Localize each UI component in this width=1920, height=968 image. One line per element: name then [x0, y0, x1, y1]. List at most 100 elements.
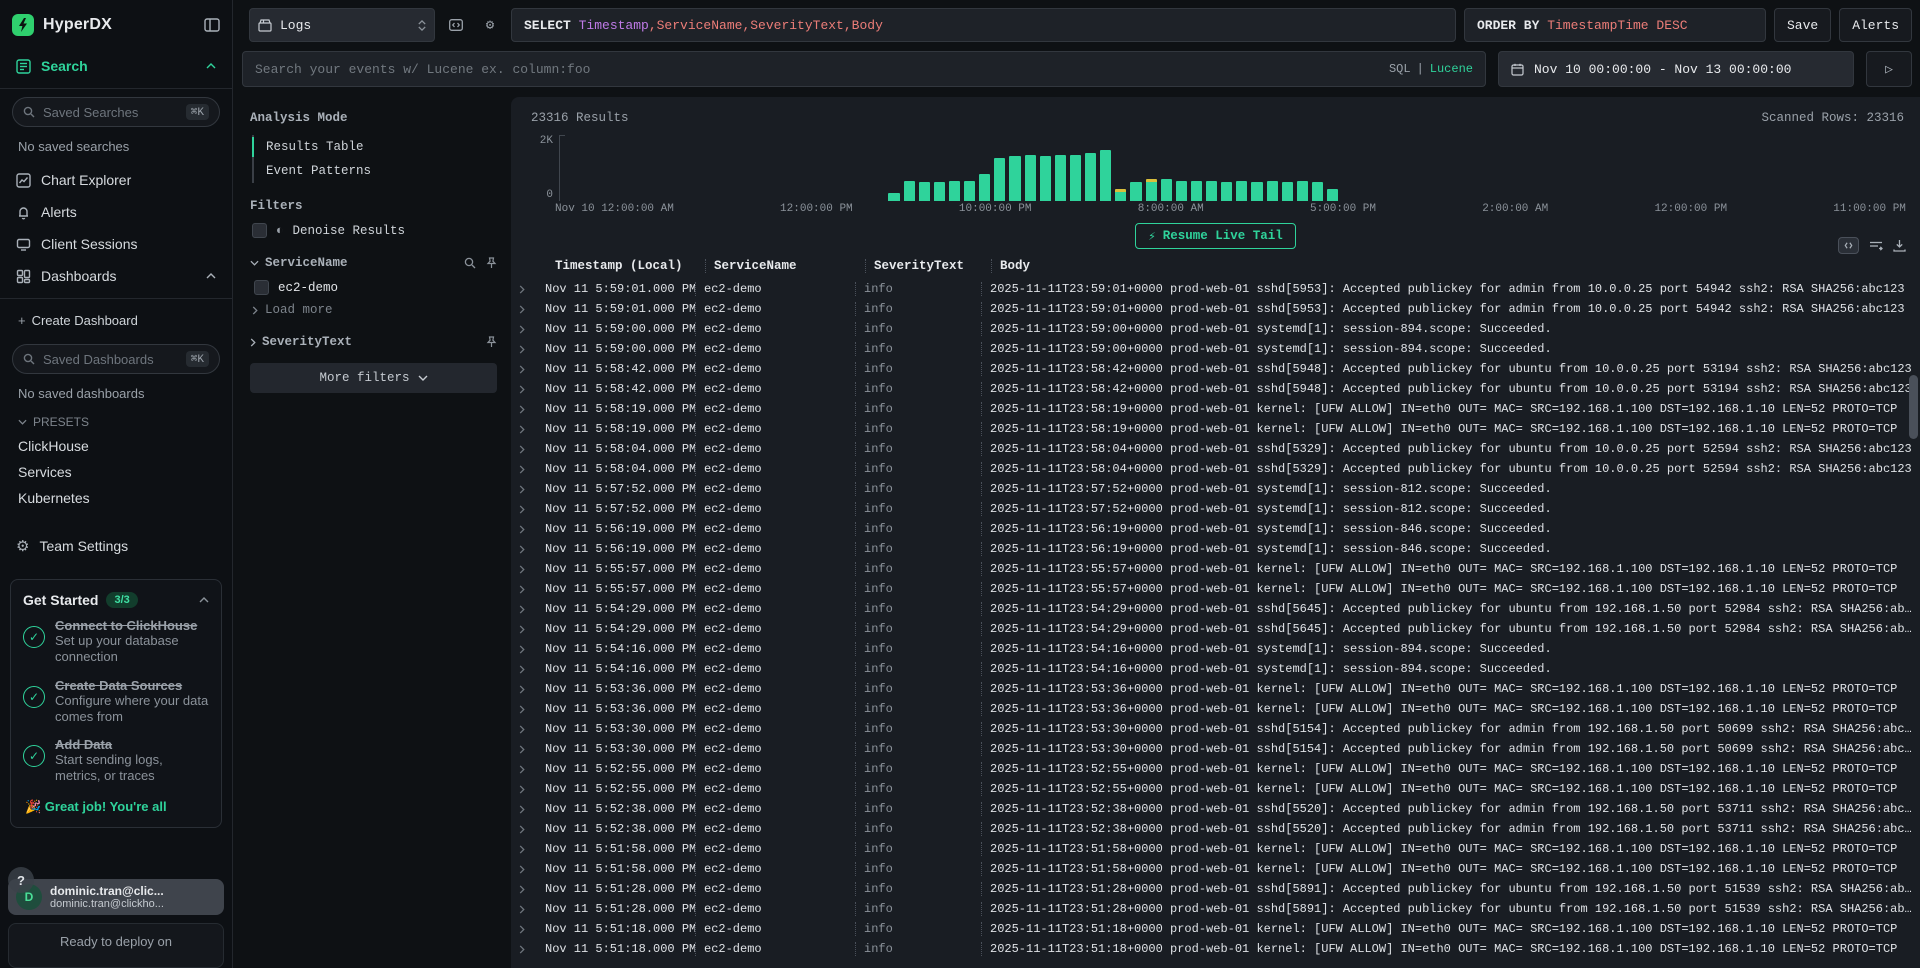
- get-started-item[interactable]: ✓ Add Data Start sending logs, metrics, …: [23, 737, 209, 785]
- table-row[interactable]: Nov 11 5:51:58.000 PM ec2-demo info 2025…: [511, 839, 1920, 859]
- histogram-bar[interactable]: [1297, 181, 1308, 201]
- facet-checkbox[interactable]: [254, 280, 269, 295]
- row-expand-chevron[interactable]: [511, 745, 537, 754]
- sidebar-item-alerts[interactable]: Alerts: [10, 196, 222, 228]
- sidebar-item-client-sessions[interactable]: Client Sessions: [10, 228, 222, 260]
- row-expand-chevron[interactable]: [511, 905, 537, 914]
- row-expand-chevron[interactable]: [511, 465, 537, 474]
- histogram-bar[interactable]: [1009, 156, 1020, 201]
- row-expand-chevron[interactable]: [511, 505, 537, 514]
- row-expand-chevron[interactable]: [511, 325, 537, 334]
- table-row[interactable]: Nov 11 5:56:19.000 PM ec2-demo info 2025…: [511, 519, 1920, 539]
- table-row[interactable]: Nov 11 5:51:28.000 PM ec2-demo info 2025…: [511, 899, 1920, 919]
- table-row[interactable]: Nov 11 5:51:28.000 PM ec2-demo info 2025…: [511, 879, 1920, 899]
- histogram-bar[interactable]: [1251, 182, 1262, 201]
- histogram-bar[interactable]: [1267, 181, 1278, 201]
- denoise-results-option[interactable]: ◐ Denoise Results: [252, 223, 497, 238]
- more-filters-button[interactable]: More filters: [250, 363, 497, 393]
- row-expand-chevron[interactable]: [511, 605, 537, 614]
- table-row[interactable]: Nov 11 5:59:01.000 PM ec2-demo info 2025…: [511, 279, 1920, 299]
- row-expand-chevron[interactable]: [511, 845, 537, 854]
- facet-option-ec2-demo[interactable]: ec2-demo: [254, 280, 497, 295]
- table-row[interactable]: Nov 11 5:59:00.000 PM ec2-demo info 2025…: [511, 339, 1920, 359]
- sidebar-item-search[interactable]: Search: [10, 50, 222, 82]
- run-query-button[interactable]: ▷: [1866, 51, 1912, 87]
- gear-icon[interactable]: ⚙: [477, 12, 503, 38]
- user-menu[interactable]: D dominic.tran@clic... dominic.tran@clic…: [8, 879, 224, 915]
- histogram-bar[interactable]: [919, 182, 930, 201]
- expand-code-icon[interactable]: [1838, 237, 1859, 254]
- facet-search-icon[interactable]: [464, 257, 476, 269]
- row-expand-chevron[interactable]: [511, 405, 537, 414]
- histogram-bar[interactable]: [1100, 150, 1111, 201]
- saved-dashboards-input[interactable]: Saved Dashboards ⌘K: [12, 344, 220, 374]
- chevron-up-icon[interactable]: [206, 63, 216, 69]
- load-more-button[interactable]: Load more: [252, 303, 497, 317]
- histogram-bar[interactable]: [904, 181, 915, 201]
- preset-kubernetes[interactable]: Kubernetes: [10, 485, 222, 511]
- table-row[interactable]: Nov 11 5:51:18.000 PM ec2-demo info 2025…: [511, 919, 1920, 939]
- table-row[interactable]: Nov 11 5:54:29.000 PM ec2-demo info 2025…: [511, 599, 1920, 619]
- col-timestamp[interactable]: Timestamp (Local): [547, 259, 705, 273]
- histogram-bar[interactable]: [1130, 182, 1141, 201]
- row-expand-chevron[interactable]: [511, 365, 537, 374]
- order-by-input[interactable]: ORDER BY TimestampTime DESC: [1464, 8, 1766, 42]
- histogram-bar[interactable]: [1176, 181, 1187, 201]
- table-row[interactable]: Nov 11 5:52:38.000 PM ec2-demo info 2025…: [511, 819, 1920, 839]
- row-expand-chevron[interactable]: [511, 525, 537, 534]
- histogram-bar[interactable]: [1206, 181, 1217, 201]
- row-expand-chevron[interactable]: [511, 385, 537, 394]
- sidebar-collapse-icon[interactable]: [204, 18, 220, 32]
- table-row[interactable]: Nov 11 5:51:58.000 PM ec2-demo info 2025…: [511, 859, 1920, 879]
- row-expand-chevron[interactable]: [511, 865, 537, 874]
- histogram-bar[interactable]: [1025, 155, 1036, 201]
- chevron-up-icon[interactable]: [206, 273, 216, 279]
- lucene-mode-toggle[interactable]: Lucene: [1430, 62, 1473, 76]
- table-row[interactable]: Nov 11 5:51:18.000 PM ec2-demo info 2025…: [511, 939, 1920, 959]
- table-row[interactable]: Nov 11 5:52:55.000 PM ec2-demo info 2025…: [511, 779, 1920, 799]
- row-expand-chevron[interactable]: [511, 685, 537, 694]
- row-expand-chevron[interactable]: [511, 305, 537, 314]
- preset-services[interactable]: Services: [10, 459, 222, 485]
- row-expand-chevron[interactable]: [511, 425, 537, 434]
- histogram-bar[interactable]: [964, 181, 975, 201]
- table-row[interactable]: Nov 11 5:55:57.000 PM ec2-demo info 2025…: [511, 559, 1920, 579]
- histogram-bar[interactable]: [1161, 179, 1172, 201]
- table-row[interactable]: Nov 11 5:52:55.000 PM ec2-demo info 2025…: [511, 759, 1920, 779]
- time-range-picker[interactable]: Nov 10 00:00:00 - Nov 13 00:00:00: [1498, 51, 1854, 87]
- histogram-bar[interactable]: [1070, 155, 1081, 201]
- row-expand-chevron[interactable]: [511, 805, 537, 814]
- row-expand-chevron[interactable]: [511, 565, 537, 574]
- histogram-bar[interactable]: [1327, 189, 1338, 201]
- row-expand-chevron[interactable]: [511, 705, 537, 714]
- col-servicename[interactable]: ServiceName: [705, 259, 865, 273]
- row-expand-chevron[interactable]: [511, 345, 537, 354]
- table-row[interactable]: Nov 11 5:53:36.000 PM ec2-demo info 2025…: [511, 679, 1920, 699]
- table-row[interactable]: Nov 11 5:54:16.000 PM ec2-demo info 2025…: [511, 659, 1920, 679]
- chevron-up-icon[interactable]: [199, 597, 209, 603]
- download-icon[interactable]: [1893, 239, 1906, 252]
- table-row[interactable]: Nov 11 5:58:42.000 PM ec2-demo info 2025…: [511, 359, 1920, 379]
- table-row[interactable]: Nov 11 5:58:19.000 PM ec2-demo info 2025…: [511, 399, 1920, 419]
- histogram-bar[interactable]: [1055, 155, 1066, 202]
- row-expand-chevron[interactable]: [511, 885, 537, 894]
- table-row[interactable]: Nov 11 5:58:04.000 PM ec2-demo info 2025…: [511, 439, 1920, 459]
- vertical-scrollbar[interactable]: [1909, 375, 1918, 964]
- event-search-input[interactable]: Search your events w/ Lucene ex. column:…: [242, 51, 1486, 87]
- table-row[interactable]: Nov 11 5:53:30.000 PM ec2-demo info 2025…: [511, 739, 1920, 759]
- histogram-bar[interactable]: [888, 193, 899, 201]
- get-started-item[interactable]: ✓ Create Data Sources Configure where yo…: [23, 678, 209, 726]
- row-expand-chevron[interactable]: [511, 725, 537, 734]
- table-row[interactable]: Nov 11 5:57:52.000 PM ec2-demo info 2025…: [511, 479, 1920, 499]
- saved-searches-input[interactable]: Saved Searches ⌘K: [12, 97, 220, 127]
- histogram-bar[interactable]: [1146, 179, 1157, 201]
- row-expand-chevron[interactable]: [511, 785, 537, 794]
- table-row[interactable]: Nov 11 5:58:04.000 PM ec2-demo info 2025…: [511, 459, 1920, 479]
- presets-section-header[interactable]: PRESETS: [10, 411, 222, 433]
- sidebar-item-dashboards[interactable]: Dashboards: [10, 260, 222, 292]
- table-row[interactable]: Nov 11 5:57:52.000 PM ec2-demo info 2025…: [511, 499, 1920, 519]
- column-settings-icon[interactable]: [1869, 240, 1883, 252]
- resume-live-tail-button[interactable]: ⚡ Resume Live Tail: [1135, 223, 1296, 249]
- histogram-bar[interactable]: [934, 182, 945, 201]
- row-expand-chevron[interactable]: [511, 445, 537, 454]
